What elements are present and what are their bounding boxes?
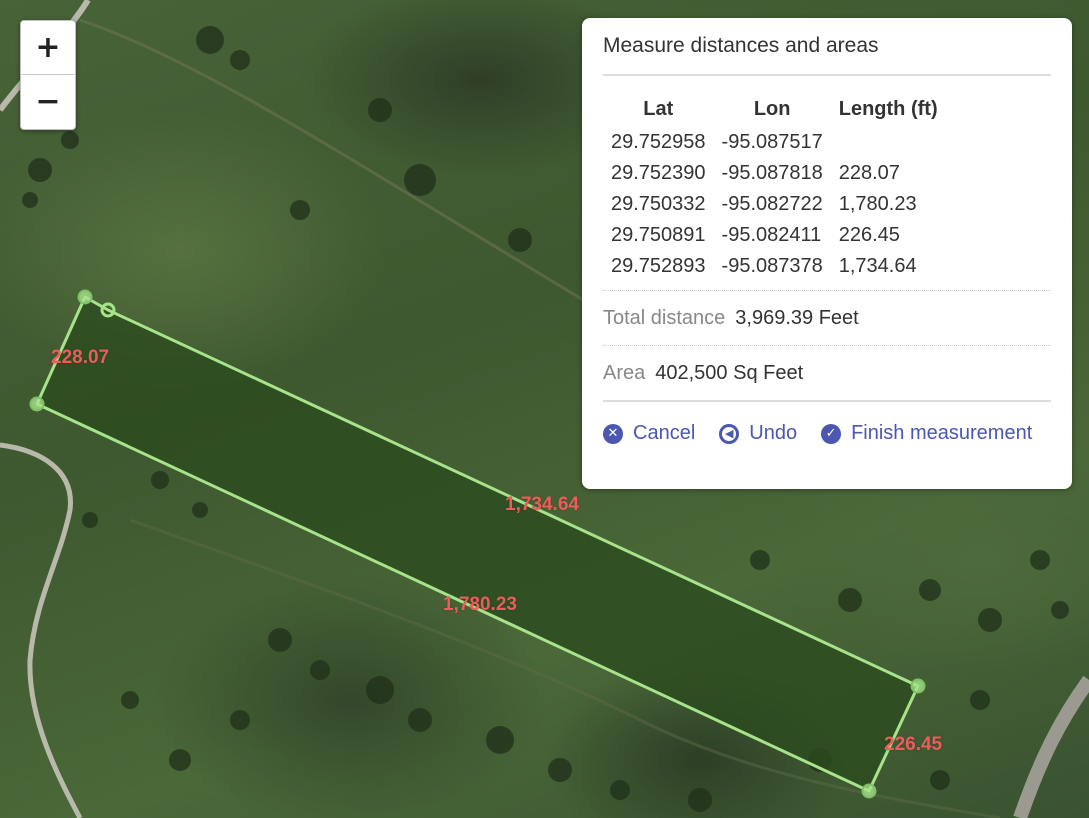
undo-icon: ◀ — [719, 423, 740, 444]
area: Area 402,500 Sq Feet — [603, 346, 1051, 400]
panel-title: Measure distances and areas — [603, 34, 879, 57]
total-distance-label: Total distance — [603, 307, 726, 329]
measure-panel: Measure distances and areas Lat Lon Leng… — [582, 18, 1072, 489]
area-label: Area — [603, 362, 646, 384]
undo-label: Undo — [749, 422, 798, 444]
lon-cell: -95.087818 — [721, 162, 823, 184]
lon-cell: -95.082411 — [721, 224, 822, 246]
lon-cell: -95.082722 — [721, 193, 823, 215]
vertex-handle[interactable] — [29, 396, 45, 412]
cancel-label: Cancel — [633, 422, 696, 444]
length-cell: 226.45 — [838, 224, 900, 246]
table-row: 29.752893 -95.087378 1,734.64 — [603, 251, 946, 282]
cancel-button[interactable]: ✕ Cancel — [603, 422, 695, 445]
lat-cell: 29.750332 — [611, 193, 706, 215]
vertex-handle[interactable] — [77, 289, 93, 305]
divider — [603, 74, 1051, 76]
table-row: 29.752390 -95.087818 228.07 — [603, 158, 946, 189]
segment-length-label: 228.07 — [51, 347, 110, 368]
length-cell: 1,734.64 — [838, 255, 917, 277]
total-distance-value: 3,969.39 Feet — [735, 307, 859, 329]
length-cell — [831, 127, 946, 158]
table-header: Lat Lon Length (ft) — [603, 96, 946, 127]
table-row: 29.752958 -95.087517 — [603, 127, 946, 158]
table-row: 29.750332 -95.082722 1,780.23 — [603, 189, 946, 220]
lon-cell: -95.087517 — [721, 131, 823, 153]
segment-length-label: 1,780.23 — [443, 594, 517, 615]
points-table: Lat Lon Length (ft) 29.752958 -95.087517… — [603, 96, 946, 282]
finish-label: Finish measurement — [851, 422, 1033, 444]
road — [0, 442, 83, 818]
total-distance: Total distance 3,969.39 Feet — [603, 291, 1051, 345]
lat-cell: 29.752893 — [611, 255, 706, 277]
road-east — [1013, 675, 1089, 818]
action-bar: ✕ Cancel ◀ Undo ✓ Finish measurement — [603, 402, 1051, 445]
zoom-out-button[interactable]: − — [21, 74, 75, 128]
vertex-handle[interactable] — [910, 678, 926, 694]
lat-cell: 29.750891 — [611, 224, 706, 246]
table-row: 29.750891 -95.082411 226.45 — [603, 220, 946, 251]
vertex-handle[interactable] — [861, 783, 877, 799]
lat-cell: 29.752390 — [611, 162, 706, 184]
zoom-in-button[interactable]: + — [21, 21, 75, 74]
segment-length-label: 1,734.64 — [505, 494, 579, 515]
column-header-lon: Lon — [753, 98, 791, 120]
length-cell: 1,780.23 — [838, 193, 917, 215]
undo-button[interactable]: ◀ Undo — [719, 422, 797, 445]
zoom-control: + − — [20, 20, 76, 130]
area-value: 402,500 Sq Feet — [655, 362, 804, 384]
column-header-lat: Lat — [643, 98, 674, 120]
length-cell: 228.07 — [838, 162, 900, 184]
check-icon: ✓ — [821, 423, 842, 444]
lon-cell: -95.087378 — [721, 255, 823, 277]
lat-cell: 29.752958 — [611, 131, 706, 153]
close-icon: ✕ — [603, 423, 623, 444]
column-header-length: Length (ft) — [838, 98, 938, 120]
segment-length-label: 226.45 — [884, 734, 943, 755]
finish-measurement-button[interactable]: ✓ Finish measurement — [821, 422, 1032, 445]
